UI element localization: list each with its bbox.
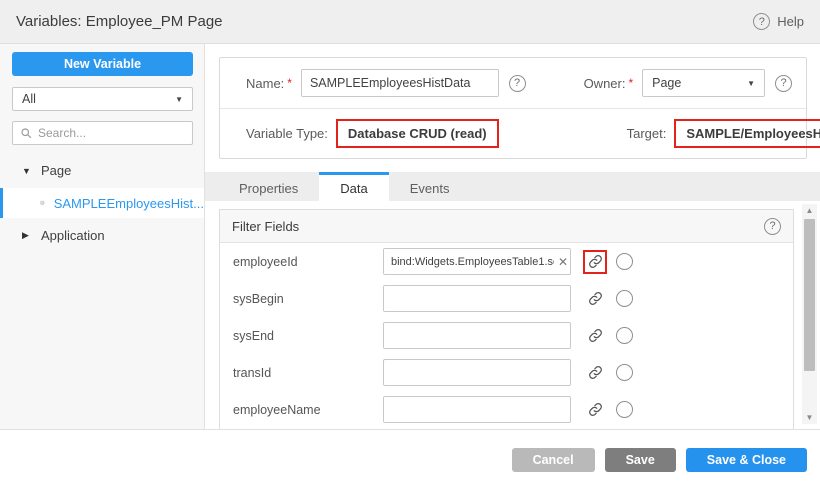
target-label: Target: <box>627 126 667 141</box>
field-label: sysEnd <box>233 329 383 343</box>
name-help-icon[interactable]: ? <box>509 75 526 92</box>
filter-row: employeeName <box>220 391 793 428</box>
target-value: SAMPLE/EmployeesHist <box>674 119 820 148</box>
filter-row: transId <box>220 354 793 391</box>
cancel-button[interactable]: Cancel <box>512 448 595 472</box>
variables-tree: ▼ Page SAMPLEEmployeesHist... ▶ Applicat… <box>0 157 204 249</box>
scroll-down-icon[interactable]: ▼ <box>806 411 814 424</box>
tab-content: Filter Fields ? employeeId ✕ sysBegin sy… <box>205 201 820 429</box>
variable-info-box: Name: * ? Owner: * Page ▼ ? Variable Typ… <box>219 57 807 159</box>
variable-filter-select[interactable]: All ▼ <box>12 87 193 111</box>
variables-dialog: Variables: Employee_PM Page ? Help New V… <box>0 0 820 490</box>
field-input-wrap <box>383 285 571 312</box>
variables-sidebar: New Variable All ▼ ▼ Page SAMPLEEmployee… <box>0 44 205 429</box>
tree-item-variable-selected[interactable]: SAMPLEEmployeesHist... <box>0 188 204 218</box>
field-input[interactable] <box>383 322 571 349</box>
clear-icon[interactable]: ✕ <box>558 256 568 268</box>
field-input-wrap <box>383 359 571 386</box>
field-input-wrap <box>383 322 571 349</box>
bind-button[interactable] <box>583 398 607 422</box>
field-help-icon[interactable] <box>616 290 633 307</box>
search-icon <box>20 127 32 139</box>
title-bar: Variables: Employee_PM Page ? Help <box>0 0 820 44</box>
field-help-icon[interactable] <box>616 253 633 270</box>
name-input[interactable] <box>301 69 499 97</box>
help-label: Help <box>777 14 804 29</box>
field-input[interactable] <box>383 359 571 386</box>
variable-detail-panel: Name: * ? Owner: * Page ▼ ? Variable Typ… <box>205 44 820 429</box>
owner-help-icon[interactable]: ? <box>775 75 792 92</box>
caret-down-icon: ▼ <box>175 95 183 104</box>
caret-down-icon: ▼ <box>747 79 755 88</box>
vertical-scrollbar[interactable]: ▲ ▼ <box>802 204 817 424</box>
scroll-thumb[interactable] <box>804 219 815 371</box>
database-icon <box>40 196 45 210</box>
help-button[interactable]: ? Help <box>753 13 804 30</box>
field-label: transId <box>233 366 383 380</box>
search-input[interactable] <box>38 126 185 140</box>
filter-fields-title: Filter Fields <box>232 219 299 234</box>
tab-properties[interactable]: Properties <box>218 172 319 201</box>
field-help-icon[interactable] <box>616 327 633 344</box>
bind-button[interactable] <box>583 250 607 274</box>
tab-data[interactable]: Data <box>319 172 388 201</box>
tree-item-application-label: Application <box>41 228 105 243</box>
page-title: Variables: Employee_PM Page <box>16 13 223 30</box>
bind-button[interactable] <box>583 287 607 311</box>
field-input-wrap <box>383 396 571 423</box>
tab-events[interactable]: Events <box>389 172 471 201</box>
field-label: employeeName <box>233 403 383 417</box>
field-input[interactable] <box>383 248 571 275</box>
link-icon <box>588 328 603 343</box>
save-close-button[interactable]: Save & Close <box>686 448 807 472</box>
scroll-up-icon[interactable]: ▲ <box>806 204 814 217</box>
field-help-icon[interactable] <box>616 364 633 381</box>
filter-row: sysEnd <box>220 317 793 354</box>
tree-expanded-icon: ▼ <box>22 166 32 176</box>
tree-item-page[interactable]: ▼ Page <box>0 157 204 184</box>
variable-type-label: Variable Type: <box>246 126 328 141</box>
filter-rows: employeeId ✕ sysBegin sysEnd transId <box>220 243 793 428</box>
tree-item-variable-label: SAMPLEEmployeesHist... <box>54 196 204 211</box>
link-icon <box>588 254 603 269</box>
variable-type-value: Database CRUD (read) <box>336 119 499 148</box>
save-button[interactable]: Save <box>605 448 676 472</box>
link-icon <box>588 365 603 380</box>
tree-item-application[interactable]: ▶ Application <box>0 222 204 249</box>
link-icon <box>588 402 603 417</box>
bind-button[interactable] <box>583 324 607 348</box>
field-label: employeeId <box>233 255 383 269</box>
new-variable-button[interactable]: New Variable <box>12 52 193 76</box>
owner-value: Page <box>652 76 681 90</box>
detail-tabbar: PropertiesDataEvents <box>205 172 820 201</box>
name-required-marker: * <box>287 76 292 90</box>
owner-select[interactable]: Page ▼ <box>642 69 765 97</box>
tree-collapsed-icon: ▶ <box>22 230 32 241</box>
search-box[interactable] <box>12 121 193 145</box>
filter-fields-help-icon[interactable]: ? <box>764 218 781 235</box>
owner-label: Owner: <box>584 76 626 91</box>
variable-filter-value: All <box>22 92 36 106</box>
field-label: sysBegin <box>233 292 383 306</box>
field-help-icon[interactable] <box>616 401 633 418</box>
filter-fields-panel: Filter Fields ? employeeId ✕ sysBegin sy… <box>219 209 794 429</box>
bind-button[interactable] <box>583 361 607 385</box>
field-input-wrap: ✕ <box>383 248 571 275</box>
field-input[interactable] <box>383 396 571 423</box>
help-icon: ? <box>753 13 770 30</box>
dialog-footer: Cancel Save Save & Close <box>0 430 820 490</box>
tree-item-page-label: Page <box>41 163 71 178</box>
owner-required-marker: * <box>628 76 633 90</box>
filter-row: employeeId ✕ <box>220 243 793 280</box>
link-icon <box>588 291 603 306</box>
name-label: Name: <box>246 76 284 91</box>
filter-row: sysBegin <box>220 280 793 317</box>
field-input[interactable] <box>383 285 571 312</box>
